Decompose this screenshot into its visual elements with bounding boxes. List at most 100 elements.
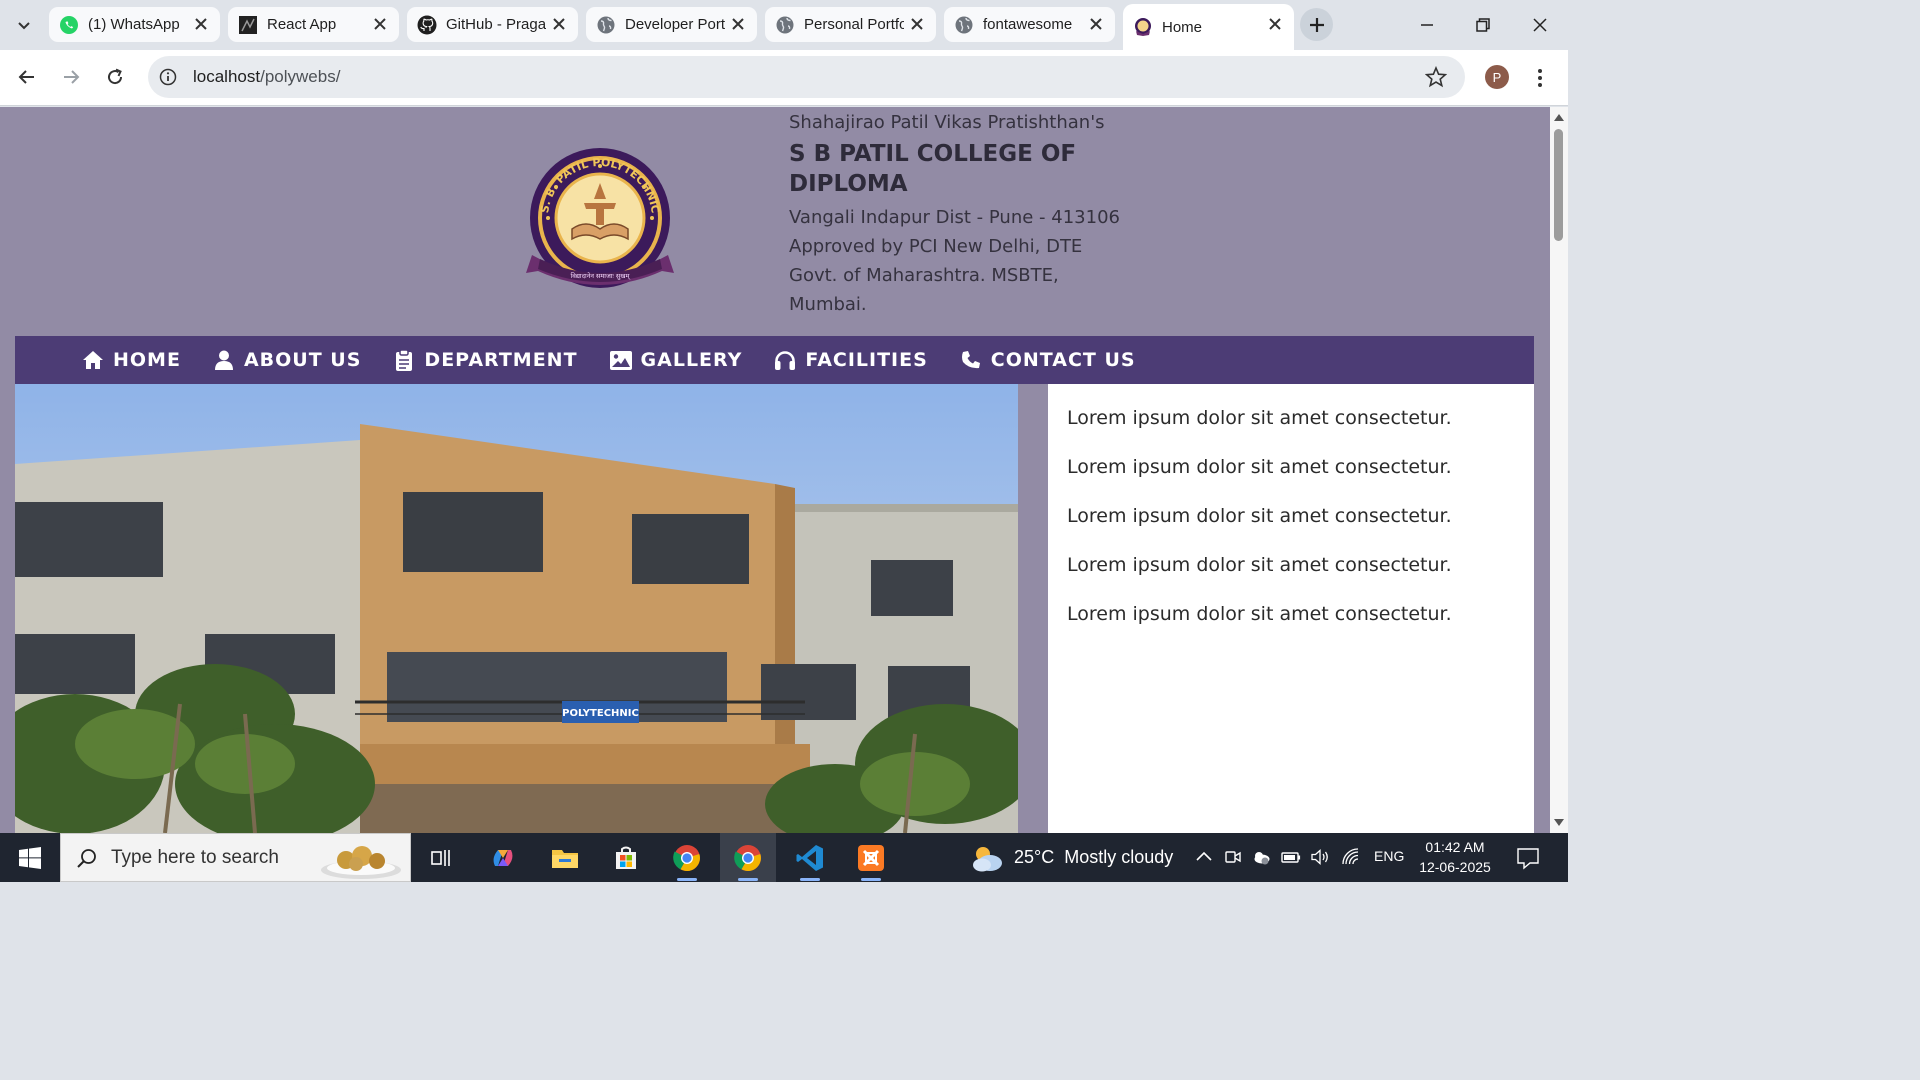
image-icon (609, 349, 632, 371)
task-view-icon (431, 849, 450, 866)
bookmark-star-icon[interactable] (1425, 66, 1447, 88)
battery-icon[interactable] (1281, 847, 1301, 867)
language-indicator[interactable]: ENG (1374, 848, 1404, 864)
tab-home[interactable]: Home (1123, 4, 1294, 50)
globe-icon (954, 15, 974, 35)
reload-button[interactable] (101, 63, 129, 91)
close-icon[interactable] (372, 16, 388, 32)
start-button[interactable] (8, 833, 52, 882)
minimize-icon (1421, 24, 1433, 26)
browser-toolbar: localhost/polywebs/ P (0, 50, 1568, 106)
restore-icon (1476, 18, 1490, 32)
meet-now-icon[interactable] (1223, 847, 1243, 867)
restore-button[interactable] (1468, 10, 1498, 40)
nav-label: DEPARTMENT (424, 349, 578, 371)
browser-menu-button[interactable] (1530, 65, 1550, 91)
address-line: Govt. of Maharashtra. MSBTE, (789, 265, 1059, 286)
tab-react-app[interactable]: React App (228, 7, 399, 42)
plus-icon (1309, 17, 1324, 32)
nav-gallery[interactable]: GALLERY (609, 349, 743, 371)
wifi-icon[interactable] (1341, 847, 1361, 867)
new-tab-button[interactable] (1300, 8, 1333, 41)
notice-item: Lorem ipsum dolor sit amet consectetur. (1067, 407, 1452, 429)
onedrive-cloud-icon[interactable] (1251, 847, 1271, 867)
folder-icon (552, 849, 578, 868)
close-icon[interactable] (551, 16, 567, 32)
taskbar-weather[interactable]: 25°C Mostly cloudy (970, 833, 1173, 882)
taskbar-search-box[interactable]: Type here to search (60, 833, 411, 882)
tab-title: fontawesome (983, 16, 1073, 33)
taskbar-xampp[interactable] (843, 833, 899, 882)
taskbar-chrome[interactable] (659, 833, 715, 882)
address-line: Mumbai. (789, 294, 867, 315)
profile-avatar[interactable]: P (1485, 65, 1509, 89)
tab-search-button[interactable] (8, 10, 40, 40)
url-path: /polywebs/ (260, 67, 341, 86)
sign-text: POLYTECHNIC (562, 708, 639, 719)
weather-cloudy-icon (973, 846, 1002, 871)
nav-label: HOME (113, 349, 181, 371)
globe-icon (775, 15, 795, 35)
taskbar-copilot[interactable] (475, 833, 531, 882)
windows-logo-icon (19, 846, 41, 869)
site-info-icon[interactable] (157, 66, 179, 88)
tab-github[interactable]: GitHub - Pragati (407, 7, 578, 42)
close-icon[interactable] (193, 16, 209, 32)
taskbar-vscode[interactable] (782, 833, 838, 882)
chrome-icon (734, 844, 761, 871)
nav-about-us[interactable]: ABOUT US (213, 349, 361, 371)
tab-title: Home (1162, 18, 1203, 36)
tab-title: React App (267, 16, 337, 33)
tab-fontawesome[interactable]: fontawesome (944, 7, 1115, 42)
notice-item: Lorem ipsum dolor sit amet consectetur. (1067, 554, 1452, 576)
notification-icon[interactable] (1516, 846, 1540, 870)
minimize-button[interactable] (1412, 10, 1442, 40)
taskbar-chrome-active[interactable] (720, 833, 776, 882)
nav-contact-us[interactable]: CONTACT US (960, 349, 1136, 371)
taskbar-microsoft-store[interactable] (598, 833, 654, 882)
logo-motto-text: विद्यादानेन समाजाः सुखम् (571, 272, 631, 280)
back-button[interactable] (13, 63, 41, 91)
chevron-up-icon[interactable] (1194, 847, 1214, 867)
address-bar[interactable]: localhost/polywebs/ (148, 56, 1465, 98)
close-icon[interactable] (730, 16, 746, 32)
trust-name: Shahajirao Patil Vikas Pratishthan's (789, 112, 1105, 133)
nav-home[interactable]: HOME (82, 349, 181, 371)
close-window-button[interactable] (1525, 10, 1555, 40)
search-icon (77, 848, 96, 868)
nav-label: FACILITIES (805, 349, 928, 371)
taskbar-file-explorer[interactable] (537, 833, 593, 882)
tab-personal-portfolio[interactable]: Personal Portfolio (765, 7, 936, 42)
search-placeholder: Type here to search (111, 846, 279, 868)
nav-department[interactable]: DEPARTMENT (393, 349, 577, 371)
scrollbar-thumb[interactable] (1554, 129, 1563, 241)
tab-developer-portfolio[interactable]: Developer Portfolio (586, 7, 757, 42)
close-icon[interactable] (1267, 16, 1283, 32)
browser-tab-strip: (1) WhatsApp React App GitHub - Pragati … (0, 0, 1568, 50)
close-icon[interactable] (909, 16, 925, 32)
scroll-up-arrow-icon[interactable] (1554, 113, 1564, 121)
clock-time: 01:42 AM (1425, 839, 1485, 855)
tab-whatsapp[interactable]: (1) WhatsApp (49, 7, 220, 42)
task-view-button[interactable] (413, 833, 469, 882)
forward-button[interactable] (57, 63, 85, 91)
notice-item: Lorem ipsum dolor sit amet consectetur. (1067, 603, 1452, 625)
hero-campus-photo: POLYTECHNIC (15, 384, 1018, 833)
page-viewport: विद्यादानेन समाजाः सुखम् S. B. PATIL POL… (0, 107, 1550, 833)
sidebar-notice-panel: Lorem ipsum dolor sit amet consectetur. … (1048, 384, 1534, 833)
taskbar-clock[interactable]: 01:42 AM 12-06-2025 (1413, 837, 1497, 877)
vscode-icon (796, 844, 823, 871)
xampp-icon (858, 844, 884, 871)
nav-facilities[interactable]: FACILITIES (774, 349, 927, 371)
page-scrollbar[interactable] (1550, 107, 1568, 833)
user-icon (213, 349, 235, 371)
scroll-down-arrow-icon[interactable] (1554, 819, 1564, 827)
weather-temp: 25°C (1014, 847, 1055, 867)
nav-label: CONTACT US (990, 349, 1136, 371)
volume-icon[interactable] (1310, 847, 1330, 867)
headphones-icon (774, 349, 796, 371)
tab-title: GitHub - Pragati (446, 16, 546, 33)
clock-date: 12-06-2025 (1419, 859, 1491, 875)
github-icon (417, 15, 437, 35)
close-icon[interactable] (1088, 16, 1104, 32)
